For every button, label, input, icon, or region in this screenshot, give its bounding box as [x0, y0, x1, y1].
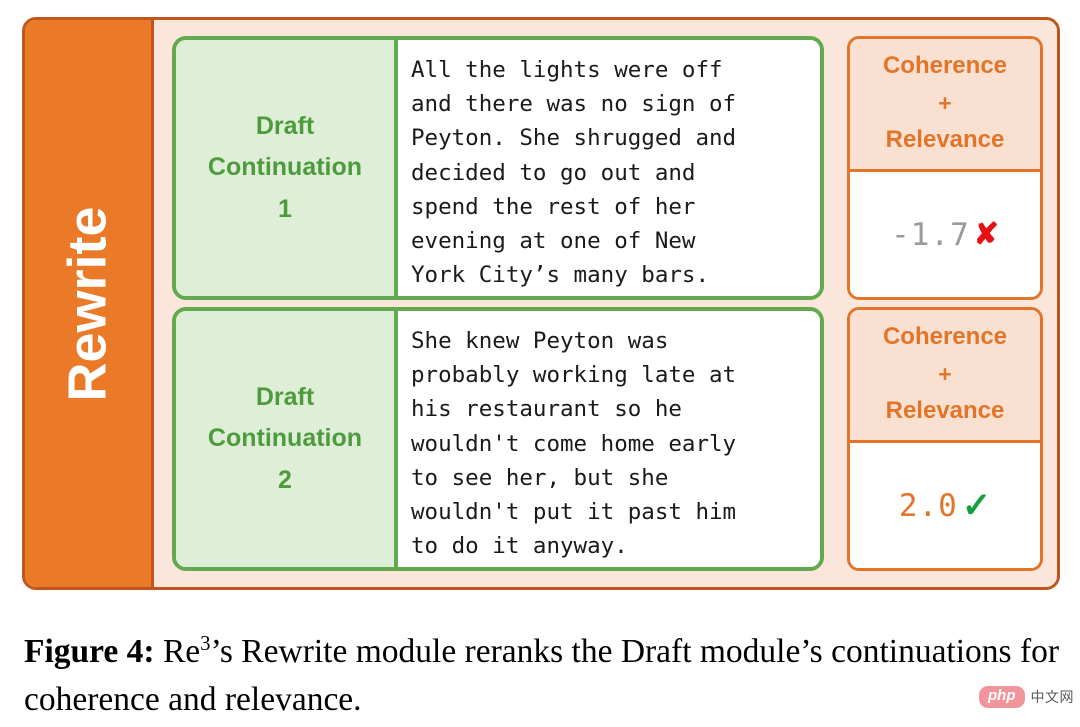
score-criteria-relevance: Relevance: [885, 397, 1005, 425]
check-icon: ✓: [961, 486, 992, 526]
score-value: 2.0: [898, 487, 958, 524]
draft-continuation-card: Draft Continuation 1 All the lights were…: [172, 36, 824, 300]
module-label-strip: Rewrite: [25, 20, 154, 587]
watermark-php-badge: php: [979, 686, 1025, 708]
score-value-row: 2.0 ✓: [850, 443, 1040, 568]
continuation-rows: Draft Continuation 1 All the lights were…: [154, 20, 1057, 587]
draft-continuation-card: Draft Continuation 2 She knew Peyton was…: [172, 307, 824, 571]
score-criteria-relevance: Relevance: [885, 126, 1005, 154]
score-criteria-coherence: Coherence: [882, 323, 1008, 350]
score-value: -1.7: [891, 216, 970, 253]
watermark-site-text: 中文网: [1030, 688, 1074, 705]
draft-label-line-1: Draft: [255, 383, 315, 412]
module-name: Rewrite: [58, 205, 119, 402]
score-value-row: -1.7 ✘: [850, 172, 1040, 297]
draft-label-line-2: Continuation: [207, 153, 363, 182]
draft-label-line-1: Draft: [255, 112, 315, 141]
continuation-row: Draft Continuation 2 She knew Peyton was…: [172, 307, 1043, 571]
figure-caption-superscript: 3: [200, 631, 211, 655]
draft-continuation-label: Draft Continuation 2: [176, 311, 398, 567]
score-criteria-plus: +: [938, 89, 952, 116]
draft-label-line-2: Continuation: [207, 424, 363, 453]
figure-caption-label: Figure 4:: [24, 633, 155, 670]
score-criteria-header: Coherence + Relevance: [850, 310, 1040, 444]
draft-continuation-text: All the lights were off and there was no…: [398, 40, 820, 296]
figure-caption-pre: Re: [154, 633, 201, 670]
continuation-row: Draft Continuation 1 All the lights were…: [172, 36, 1043, 300]
draft-continuation-label: Draft Continuation 1: [176, 40, 398, 296]
score-card: Coherence + Relevance 2.0 ✓: [847, 307, 1043, 571]
figure-panel: Rewrite Draft Continuation 1 All the lig…: [22, 17, 1060, 590]
draft-continuation-text: She knew Peyton was probably working lat…: [398, 311, 820, 567]
watermark: php 中文网: [979, 686, 1074, 708]
cross-icon: ✘: [973, 217, 999, 251]
score-card: Coherence + Relevance -1.7 ✘: [847, 36, 1043, 300]
draft-label-line-3: 1: [278, 194, 292, 223]
score-criteria-header: Coherence + Relevance: [850, 39, 1040, 173]
score-criteria-plus: +: [938, 360, 952, 387]
draft-label-line-3: 2: [278, 465, 292, 494]
score-criteria-coherence: Coherence: [882, 52, 1008, 79]
figure-caption: Figure 4: Re3’s Rewrite module reranks t…: [24, 628, 1068, 723]
